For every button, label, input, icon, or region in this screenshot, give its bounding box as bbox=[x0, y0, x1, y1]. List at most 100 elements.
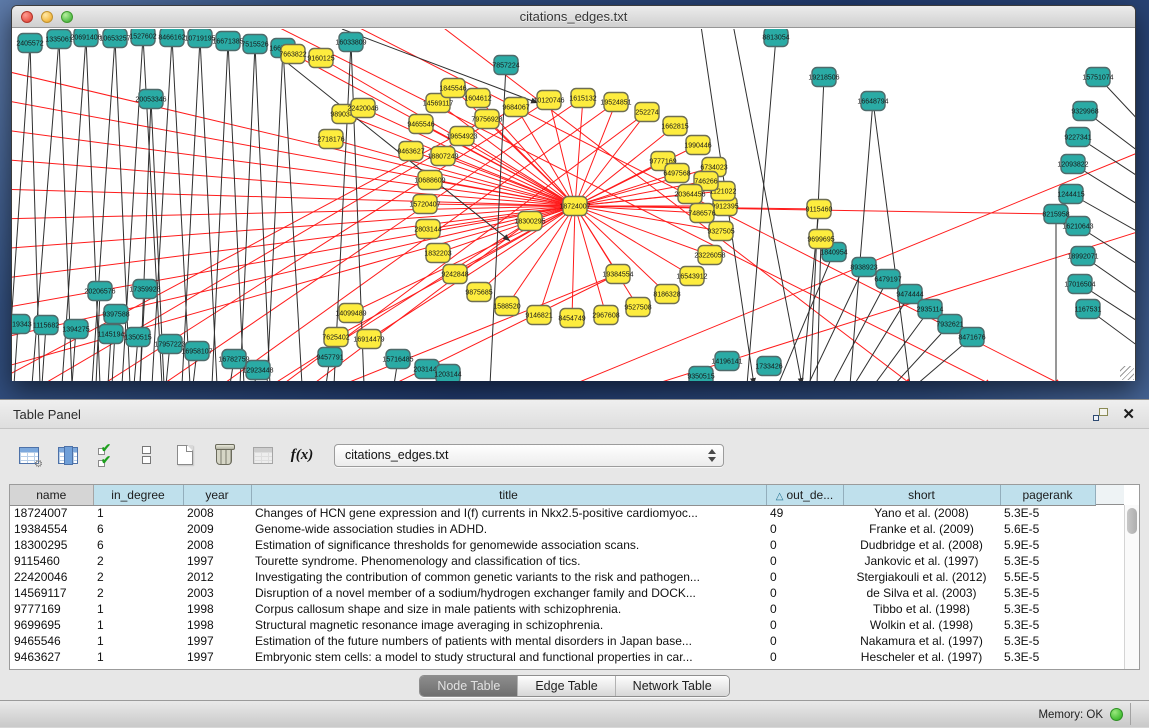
graph-node[interactable]: 2967608 bbox=[592, 306, 619, 325]
column-header-out-de-[interactable]: △out_de... bbox=[766, 485, 843, 505]
graph-node[interactable]: 2718176 bbox=[317, 130, 344, 149]
table-cell[interactable]: 0 bbox=[766, 601, 843, 617]
graph-node[interactable]: 7857224 bbox=[492, 56, 519, 75]
graph-node[interactable]: 12923448 bbox=[242, 361, 273, 380]
rows-icon[interactable] bbox=[133, 442, 159, 468]
table-cell[interactable]: Corpus callosum shape and size in male p… bbox=[251, 601, 766, 617]
table-cell[interactable]: 0 bbox=[766, 633, 843, 649]
table-scrollbar-thumb[interactable] bbox=[1127, 508, 1137, 534]
table-cell[interactable]: 1 bbox=[93, 617, 183, 633]
graph-node[interactable]: 1145194 bbox=[98, 325, 125, 344]
graph-node[interactable]: 1832203 bbox=[424, 244, 451, 263]
graph-node[interactable]: 1527602 bbox=[129, 29, 156, 46]
table-row[interactable]: 2242004622012Investigating the contribut… bbox=[10, 569, 1095, 585]
table-cell[interactable]: 18300295 bbox=[10, 537, 93, 553]
table-row[interactable]: 977716911998Corpus callosum shape and si… bbox=[10, 601, 1095, 617]
graph-node[interactable]: 1662815 bbox=[661, 117, 688, 136]
graph-node[interactable]: 252274 bbox=[635, 103, 659, 122]
table-cell[interactable]: 0 bbox=[766, 553, 843, 569]
show-columns-icon[interactable] bbox=[55, 442, 81, 468]
graph-node[interactable]: 1733426 bbox=[755, 357, 782, 376]
table-cell[interactable]: Nakamura et al. (1997) bbox=[843, 633, 1000, 649]
table-cell[interactable]: 1 bbox=[93, 505, 183, 521]
table-cell[interactable]: 2008 bbox=[183, 537, 251, 553]
table-cell[interactable]: 6 bbox=[93, 537, 183, 553]
graph-node[interactable]: 9397588 bbox=[102, 305, 129, 324]
tab-node-table[interactable]: Node Table bbox=[420, 676, 517, 696]
table-cell[interactable]: 5.3E-5 bbox=[1000, 601, 1095, 617]
table-scrollbar[interactable] bbox=[1124, 505, 1139, 669]
column-header-name[interactable]: name bbox=[10, 485, 93, 505]
graph-node[interactable]: 9160125 bbox=[307, 49, 334, 68]
table-cell[interactable]: 9699695 bbox=[10, 617, 93, 633]
graph-node[interactable]: 9699695 bbox=[807, 230, 834, 249]
close-panel-icon[interactable]: ✕ bbox=[1122, 407, 1135, 422]
table-cell[interactable]: 2008 bbox=[183, 505, 251, 521]
table-cell[interactable]: 0 bbox=[766, 585, 843, 601]
create-column-icon[interactable] bbox=[172, 442, 198, 468]
table-cell[interactable]: 1 bbox=[93, 649, 183, 665]
window-resize-grip[interactable] bbox=[1120, 366, 1134, 380]
table-cell[interactable]: Structural magnetic resonance image aver… bbox=[251, 617, 766, 633]
table-cell[interactable]: 14569117 bbox=[10, 585, 93, 601]
graph-node[interactable]: 9115460 bbox=[806, 200, 833, 219]
table-cell[interactable]: 2012 bbox=[183, 569, 251, 585]
table-cell[interactable]: de Silva et al. (2003) bbox=[843, 585, 1000, 601]
table-cell[interactable]: 1 bbox=[93, 601, 183, 617]
table-cell[interactable]: Dudbridge et al. (2008) bbox=[843, 537, 1000, 553]
graph-node[interactable]: 8186328 bbox=[653, 285, 680, 304]
graph-node[interactable]: 10120746 bbox=[533, 91, 564, 110]
graph-node[interactable]: 16648794 bbox=[857, 92, 888, 111]
table-selector-dropdown[interactable]: citations_edges.txt bbox=[334, 444, 724, 467]
graph-node[interactable]: 19524851 bbox=[600, 93, 631, 112]
graph-node[interactable]: 19384554 bbox=[602, 265, 633, 284]
table-cell[interactable]: 2 bbox=[93, 585, 183, 601]
graph-node[interactable]: 8471676 bbox=[958, 328, 985, 347]
float-panel-icon[interactable] bbox=[1093, 408, 1108, 421]
table-cell[interactable]: 5.3E-5 bbox=[1000, 585, 1095, 601]
table-cell[interactable]: 0 bbox=[766, 569, 843, 585]
column-header-in-degree[interactable]: in_degree bbox=[93, 485, 183, 505]
graph-node[interactable]: 6479197 bbox=[874, 270, 901, 289]
graph-node[interactable]: 8466162 bbox=[158, 29, 185, 47]
graph-node[interactable]: 20364456 bbox=[674, 185, 705, 204]
graph-node[interactable]: 6497568 bbox=[663, 164, 690, 183]
graph-node[interactable]: 16033809 bbox=[335, 33, 366, 52]
graph-node[interactable]: 14099489 bbox=[335, 304, 366, 323]
graph-node[interactable]: 9350515 bbox=[687, 367, 714, 382]
graph-node[interactable]: 1604612 bbox=[464, 89, 491, 108]
graph-node[interactable]: 9146821 bbox=[525, 306, 552, 325]
table-cell[interactable]: Disruption of a novel member of a sodium… bbox=[251, 585, 766, 601]
table-cell[interactable]: 49 bbox=[766, 505, 843, 521]
table-cell[interactable]: 0 bbox=[766, 521, 843, 537]
graph-node[interactable]: 16958107 bbox=[181, 342, 212, 361]
graph-node[interactable]: 18807249 bbox=[427, 147, 458, 166]
graph-node[interactable]: 10719195 bbox=[184, 29, 215, 48]
graph-node[interactable]: 9242848 bbox=[441, 265, 468, 284]
table-cell[interactable]: Yano et al. (2008) bbox=[843, 505, 1000, 521]
graph-node[interactable]: 20206576 bbox=[84, 282, 115, 301]
table-cell[interactable]: 1997 bbox=[183, 553, 251, 569]
graph-node[interactable]: 9527508 bbox=[624, 298, 651, 317]
column-header-year[interactable]: year bbox=[183, 485, 251, 505]
table-cell[interactable]: Genome-wide association studies in ADHD. bbox=[251, 521, 766, 537]
table-cell[interactable]: Embryonic stem cells: a model to study s… bbox=[251, 649, 766, 665]
table-row[interactable]: 969969511998Structural magnetic resonanc… bbox=[10, 617, 1095, 633]
graph-node[interactable]: 10688609 bbox=[414, 171, 445, 190]
graph-node[interactable]: 9465546 bbox=[407, 115, 434, 134]
table-cell[interactable]: 1998 bbox=[183, 617, 251, 633]
graph-node[interactable]: 1203144 bbox=[434, 365, 461, 382]
graph-node[interactable]: 9227341 bbox=[1064, 128, 1091, 147]
graph-node[interactable]: 16782759 bbox=[218, 350, 249, 369]
network-canvas[interactable]: 2405572133506120691406106532571527602846… bbox=[12, 29, 1135, 381]
graph-node[interactable]: 9684067 bbox=[502, 98, 529, 117]
graph-node[interactable]: 1335061 bbox=[45, 30, 72, 49]
table-cell[interactable]: 9465546 bbox=[10, 633, 93, 649]
table-cell[interactable]: Estimation of significance thresholds fo… bbox=[251, 537, 766, 553]
table-cell[interactable]: 0 bbox=[766, 617, 843, 633]
table-cell[interactable]: 1 bbox=[93, 633, 183, 649]
graph-node[interactable]: 2405572 bbox=[16, 34, 43, 53]
table-cell[interactable]: Jankovic et al. (1997) bbox=[843, 553, 1000, 569]
graph-node[interactable]: 17359928 bbox=[129, 280, 160, 299]
graph-node[interactable]: 1990446 bbox=[684, 136, 711, 155]
